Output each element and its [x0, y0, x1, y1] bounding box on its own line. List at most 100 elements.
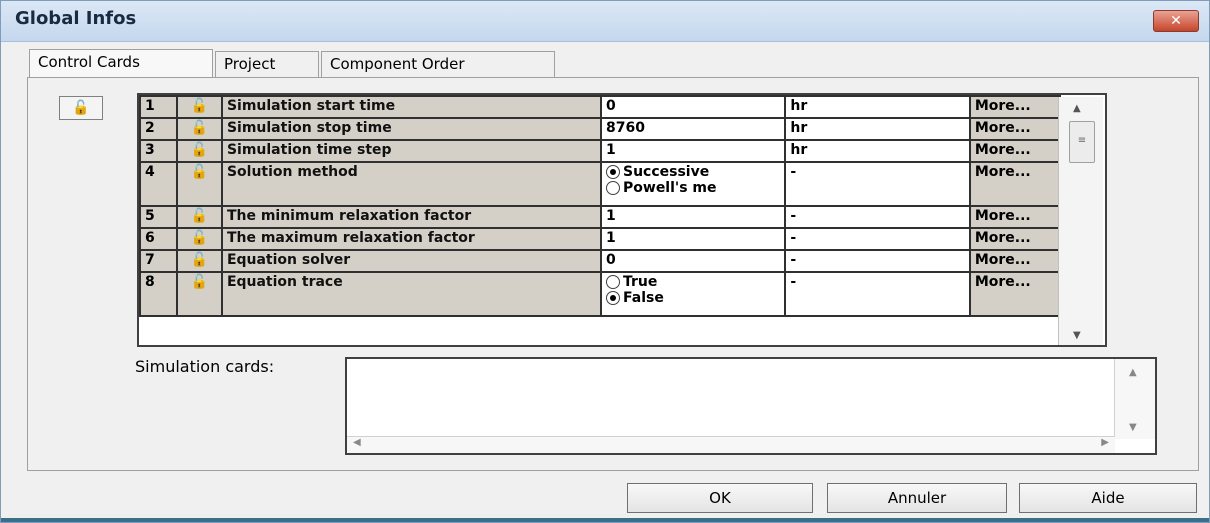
row-value-field[interactable]: 1: [599, 139, 787, 163]
row-description: Equation trace: [220, 271, 603, 317]
row-description: The maximum relaxation factor: [220, 227, 603, 251]
row-number: 8: [139, 271, 178, 317]
scroll-down-icon[interactable]: ▼: [1073, 330, 1081, 341]
scroll-thumb[interactable]: ≡: [1069, 121, 1095, 163]
row-number: 3: [139, 139, 178, 163]
radio-option[interactable]: False: [606, 290, 780, 306]
lock-icon: 🔓: [190, 164, 209, 180]
row-unit: -: [784, 161, 971, 207]
scroll-up-icon[interactable]: ▲: [1129, 367, 1137, 378]
table-row: 3 🔓 Simulation time step 1 hr More...: [139, 139, 1062, 163]
scroll-left-icon[interactable]: ◀: [353, 437, 361, 448]
textarea-horizontal-scrollbar[interactable]: ◀ ▶: [347, 436, 1115, 453]
table-row: 8 🔓 Equation trace True False - More...: [139, 271, 1062, 317]
tab-label: Project: [224, 55, 276, 73]
row-lock-button[interactable]: 🔓: [175, 117, 223, 141]
row-description: Simulation time step: [220, 139, 603, 163]
row-lock-button[interactable]: 🔓: [175, 205, 223, 229]
row-unit: hr: [784, 117, 971, 141]
radio-option[interactable]: Successive: [606, 164, 780, 180]
lock-icon: 🔓: [190, 120, 209, 136]
row-value-field[interactable]: True False: [599, 271, 787, 317]
row-more-button[interactable]: More...: [968, 161, 1062, 207]
row-description: Simulation stop time: [220, 117, 603, 141]
row-lock-button[interactable]: 🔓: [175, 249, 223, 273]
title-bar: Global Infos ✕: [1, 1, 1209, 42]
help-button[interactable]: Aide: [1019, 483, 1197, 513]
lock-icon: 🔓: [72, 100, 90, 116]
table-row: 7 🔓 Equation solver 0- More...: [139, 249, 1062, 273]
table-row: 4 🔓 Solution method Successive Powell's me - M…: [139, 161, 1062, 207]
ok-button[interactable]: OK: [627, 483, 813, 513]
simulation-cards-textarea[interactable]: ▲ ▼ ◀ ▶: [345, 357, 1157, 455]
row-unit: -: [784, 227, 971, 251]
textarea-vertical-scrollbar[interactable]: ▲ ▼: [1114, 359, 1155, 439]
row-more-button[interactable]: More...: [968, 249, 1062, 273]
tab-component-order[interactable]: Component Order: [321, 51, 555, 77]
radio-button[interactable]: [606, 275, 620, 289]
row-more-button[interactable]: More...: [968, 271, 1062, 317]
row-description: Equation solver: [220, 249, 603, 273]
row-value-field[interactable]: 0: [599, 249, 787, 273]
tab-label: Control Cards: [38, 53, 140, 71]
row-unit: -: [784, 205, 971, 229]
row-value-field[interactable]: 8760: [599, 117, 787, 141]
table-row: 5 🔓 The minimum relaxation factor 1- More...: [139, 205, 1062, 229]
row-unit: hr: [784, 95, 971, 119]
radio-button[interactable]: [606, 181, 620, 195]
lock-icon: 🔓: [190, 142, 209, 158]
row-description: Solution method: [220, 161, 603, 207]
lock-icon: 🔓: [190, 252, 209, 268]
row-number: 1: [139, 95, 178, 119]
row-number: 7: [139, 249, 178, 273]
row-more-button[interactable]: More...: [968, 139, 1062, 163]
radio-option[interactable]: Powell's me: [606, 180, 780, 196]
row-more-button[interactable]: More...: [968, 95, 1062, 119]
tab-project[interactable]: Project: [215, 51, 319, 77]
row-lock-button[interactable]: 🔓: [175, 161, 223, 207]
row-unit: hr: [784, 139, 971, 163]
row-lock-button[interactable]: 🔓: [175, 271, 223, 317]
radio-label: Powell's me: [623, 180, 717, 196]
control-cards-grid[interactable]: 1 🔓 Simulation start time 0 hr More... 2 🔓 Simul…: [137, 93, 1107, 347]
table-row: 6 🔓 The maximum relaxation factor 1- More...: [139, 227, 1062, 251]
row-more-button[interactable]: More...: [968, 205, 1062, 229]
radio-button[interactable]: [606, 291, 620, 305]
row-lock-button[interactable]: 🔓: [175, 227, 223, 251]
global-infos-dialog: Global Infos ✕ Control Cards Project Com…: [0, 0, 1210, 523]
scroll-up-icon[interactable]: ▲: [1073, 103, 1081, 114]
row-description: Simulation start time: [220, 95, 603, 119]
close-button[interactable]: ✕: [1153, 10, 1199, 32]
lock-icon: 🔓: [190, 274, 209, 290]
row-more-button[interactable]: More...: [968, 227, 1062, 251]
window-title: Global Infos: [15, 8, 137, 29]
scroll-right-icon[interactable]: ▶: [1101, 437, 1109, 448]
lock-icon: 🔓: [190, 98, 209, 114]
row-lock-button[interactable]: 🔓: [175, 139, 223, 163]
row-value-field[interactable]: 0: [599, 95, 787, 119]
radio-option[interactable]: True: [606, 274, 780, 290]
radio-button[interactable]: [606, 165, 620, 179]
grid-vertical-scrollbar[interactable]: ▲ ≡ ▼: [1058, 97, 1103, 345]
row-value-field[interactable]: Successive Powell's me: [599, 161, 787, 207]
row-description: The minimum relaxation factor: [220, 205, 603, 229]
simulation-cards-label: Simulation cards:: [135, 357, 275, 376]
row-number: 6: [139, 227, 178, 251]
cancel-button[interactable]: Annuler: [827, 483, 1007, 513]
radio-label: Successive: [623, 164, 710, 180]
row-lock-button[interactable]: 🔓: [175, 95, 223, 119]
tab-label: Component Order: [330, 55, 465, 73]
radio-label: True: [623, 274, 658, 290]
row-value-field[interactable]: 1: [599, 205, 787, 229]
tab-control-cards[interactable]: Control Cards: [29, 49, 213, 77]
row-more-button[interactable]: More...: [968, 117, 1062, 141]
row-unit: -: [784, 249, 971, 273]
row-number: 4: [139, 161, 178, 207]
row-number: 2: [139, 117, 178, 141]
row-value-field[interactable]: 1: [599, 227, 787, 251]
bottom-border: [1, 518, 1209, 522]
row-unit: -: [784, 271, 971, 317]
cards-table: 1 🔓 Simulation start time 0 hr More... 2 🔓 Simul…: [139, 95, 1062, 317]
lock-all-button[interactable]: 🔓: [59, 96, 103, 120]
scroll-down-icon[interactable]: ▼: [1129, 422, 1137, 433]
